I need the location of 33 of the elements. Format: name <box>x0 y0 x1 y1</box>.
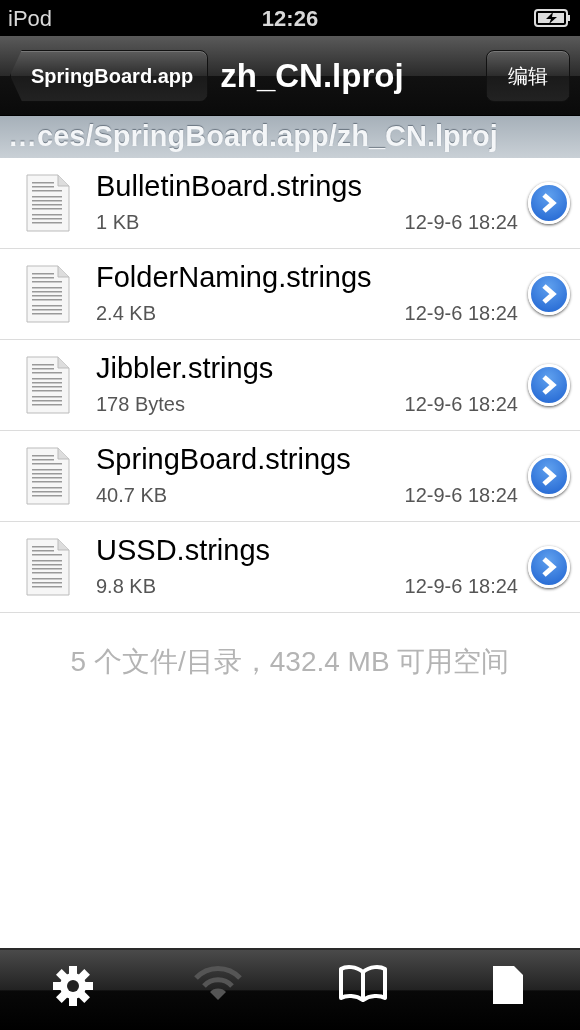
document-icon <box>26 538 70 596</box>
battery-icon <box>534 8 572 28</box>
file-name: Jibbler.strings <box>96 350 275 386</box>
path-label: …ces/SpringBoard.app/zh_CN.lproj <box>8 119 498 155</box>
edit-button[interactable]: 编辑 <box>486 49 570 102</box>
file-size: 178 Bytes <box>96 392 185 418</box>
document-icon <box>26 356 70 414</box>
document-icon <box>26 265 70 323</box>
file-size: 9.8 KB <box>96 574 157 600</box>
disclosure-button[interactable] <box>528 273 570 315</box>
file-date: 12-9-6 18:24 <box>404 574 518 600</box>
disclosure-button[interactable] <box>528 364 570 406</box>
document-icon <box>26 447 70 505</box>
file-name: FolderNaming.strings <box>96 259 373 295</box>
document-icon <box>26 174 70 232</box>
summary-text: 5 个文件/目录，432.4 MB 可用空间 <box>69 645 511 679</box>
file-date: 12-9-6 18:24 <box>404 301 518 327</box>
file-size: 1 KB <box>96 210 140 236</box>
file-size: 2.4 KB <box>96 301 157 327</box>
file-name: USSD.strings <box>96 532 272 568</box>
disclosure-button[interactable] <box>528 455 570 497</box>
file-name: BulletinBoard.strings <box>96 168 363 204</box>
file-name: SpringBoard.strings <box>96 441 352 477</box>
file-date: 12-9-6 18:24 <box>404 392 518 418</box>
file-date: 12-9-6 18:24 <box>404 483 518 509</box>
file-size: 40.7 KB <box>96 483 168 509</box>
clock-time: 12:26 <box>261 5 319 31</box>
nav-title: zh_CN.lproj <box>220 55 405 96</box>
file-date: 12-9-6 18:24 <box>404 210 518 236</box>
carrier-name: iPod <box>8 4 53 33</box>
back-button[interactable]: SpringBoard.app <box>10 49 209 102</box>
disclosure-button[interactable] <box>528 546 570 588</box>
disclosure-button[interactable] <box>528 182 570 224</box>
